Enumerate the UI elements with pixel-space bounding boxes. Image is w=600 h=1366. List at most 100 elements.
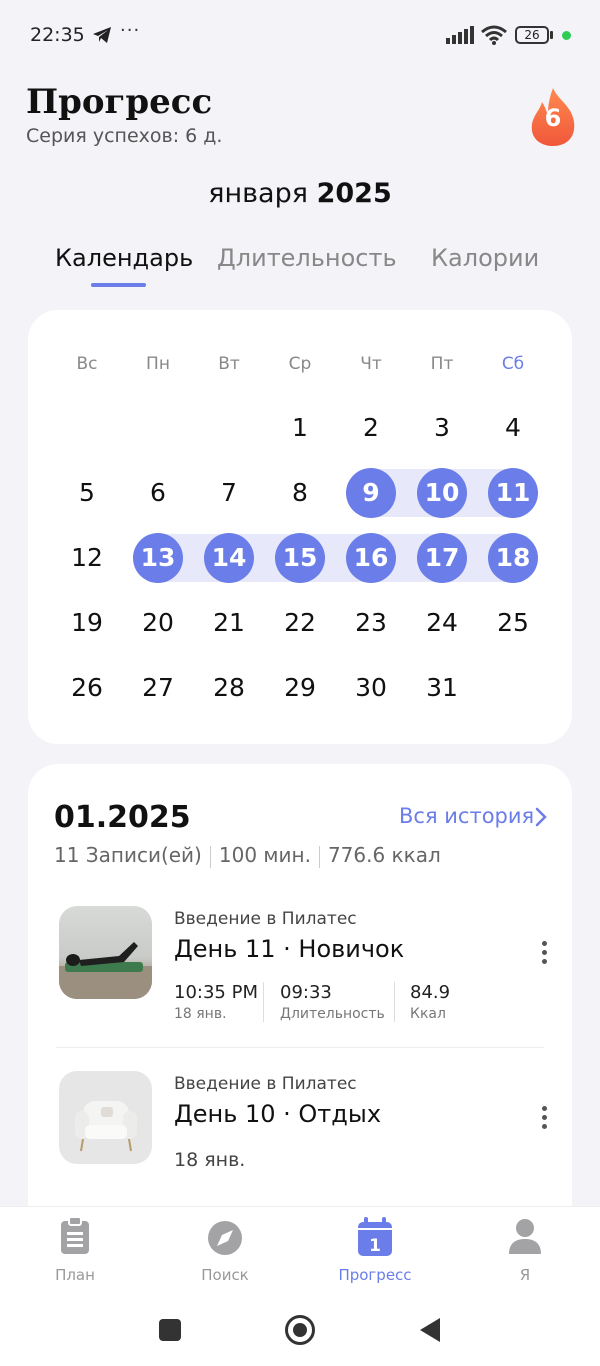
list-divider: [56, 1047, 544, 1048]
workout-date: 18 янв.: [174, 1149, 246, 1171]
person-icon: [509, 1219, 541, 1254]
more-notifications-icon: ···: [120, 20, 141, 41]
weekday-label: Пт: [430, 354, 454, 374]
calendar-day[interactable]: 1: [275, 403, 325, 453]
calendar-day-completed[interactable]: 11: [488, 468, 538, 518]
summary-minutes: 100 мин.: [218, 843, 311, 867]
workout-time: 10:35 PM: [174, 982, 258, 1003]
privacy-indicator: [562, 31, 571, 40]
nav-progress[interactable]: 1: [325, 1216, 425, 1262]
calendar-day-completed[interactable]: 15: [275, 533, 325, 583]
wifi-icon: [481, 25, 507, 45]
nav-plan[interactable]: [25, 1216, 125, 1260]
workout-title[interactable]: День 11 · Новичок: [174, 935, 404, 963]
calendar-day-completed[interactable]: 16: [346, 533, 396, 583]
calendar-day[interactable]: 20: [133, 598, 183, 648]
calendar-day[interactable]: 19: [62, 598, 112, 648]
tab-calories[interactable]: Калории: [431, 244, 539, 272]
armchair-image: [75, 1101, 137, 1152]
divider: [263, 982, 264, 1022]
weekday-label: Вт: [218, 354, 240, 374]
status-time: 22:35: [30, 24, 85, 46]
workout-kcal: 84.9: [410, 982, 451, 1003]
month-year: 2025: [316, 178, 392, 209]
compass-icon: [208, 1221, 242, 1255]
calendar-day-completed[interactable]: 17: [417, 533, 467, 583]
calendar-day[interactable]: 3: [417, 403, 467, 453]
workout-program: Введение в Пилатес: [174, 1074, 357, 1094]
chevron-right-icon[interactable]: [534, 806, 548, 828]
calendar-day-completed[interactable]: 14: [204, 533, 254, 583]
status-bar: 22:35 ··· 26: [0, 0, 600, 72]
calendar-day[interactable]: 8: [275, 468, 325, 518]
streak-text: Серия успехов: 6 д.: [26, 125, 223, 147]
calendar-badge: 1: [369, 1236, 381, 1256]
calendar-day[interactable]: 30: [346, 663, 396, 713]
tab-calendar[interactable]: Календарь: [55, 244, 193, 272]
system-navigation: [0, 1298, 600, 1366]
weekday-label: Вс: [76, 354, 98, 374]
nav-progress-label: Прогресс: [338, 1266, 412, 1284]
calendar-day[interactable]: 22: [275, 598, 325, 648]
rest-thumbnail[interactable]: [59, 1071, 152, 1164]
calendar-day-completed[interactable]: 10: [417, 468, 467, 518]
nav-profile[interactable]: [475, 1216, 575, 1260]
workout-thumbnail[interactable]: [59, 906, 152, 999]
signal-icon: [446, 26, 474, 44]
history-summary: 11 Записи(ей) 100 мин. 776.6 ккал: [54, 843, 441, 868]
calendar-day-completed[interactable]: 9: [346, 468, 396, 518]
calendar-day[interactable]: 4: [488, 403, 538, 453]
nav-search-label: Поиск: [201, 1266, 249, 1284]
calendar-day-completed[interactable]: 13: [133, 533, 183, 583]
tab-indicator: [91, 283, 146, 287]
summary-kcal: 776.6 ккал: [327, 843, 441, 867]
recents-button[interactable]: [159, 1319, 181, 1341]
calendar-day[interactable]: 27: [133, 663, 183, 713]
tab-bar: Календарь Длительность Калории: [0, 244, 600, 294]
calendar-day[interactable]: 2: [346, 403, 396, 453]
workout-program: Введение в Пилатес: [174, 909, 357, 929]
divider: [394, 982, 395, 1022]
calendar-day[interactable]: 25: [488, 598, 538, 648]
calendar-day[interactable]: 31: [417, 663, 467, 713]
summary-records: 11 Записи(ей): [54, 843, 202, 867]
back-button[interactable]: [418, 1317, 442, 1343]
pilates-image: [59, 942, 152, 999]
calendar-day[interactable]: 5: [62, 468, 112, 518]
battery-tip: [550, 31, 553, 39]
weekday-label: Чт: [360, 354, 382, 374]
home-button[interactable]: [285, 1315, 315, 1345]
calendar-day[interactable]: 6: [133, 468, 183, 518]
workout-title[interactable]: День 10 · Отдых: [174, 1100, 381, 1128]
calendar-day-completed[interactable]: 18: [488, 533, 538, 583]
calendar-day[interactable]: 24: [417, 598, 467, 648]
more-options-icon[interactable]: [534, 941, 554, 968]
month-name: января: [208, 178, 308, 209]
more-options-icon[interactable]: [534, 1106, 554, 1133]
nav-search[interactable]: [175, 1216, 275, 1260]
clipboard-icon: [61, 1216, 89, 1254]
tab-duration[interactable]: Длительность: [217, 244, 397, 272]
battery-icon: 26: [515, 26, 549, 44]
calendar-day[interactable]: 23: [346, 598, 396, 648]
weekday-label: Ср: [288, 354, 312, 374]
workout-kcal-label: Ккал: [410, 1006, 446, 1022]
calendar-day[interactable]: 21: [204, 598, 254, 648]
workout-duration-label: Длительность: [280, 1006, 385, 1022]
nav-profile-label: Я: [519, 1266, 531, 1284]
calendar-day[interactable]: 28: [204, 663, 254, 713]
streak-count: 6: [544, 104, 562, 132]
calendar-day[interactable]: 26: [62, 663, 112, 713]
calendar-day[interactable]: 12: [62, 533, 112, 583]
nav-plan-label: План: [55, 1266, 95, 1284]
calendar-day[interactable]: 29: [275, 663, 325, 713]
workout-duration: 09:33: [280, 982, 332, 1003]
workout-date: 18 янв.: [174, 1006, 227, 1022]
weekday-label: Сб: [501, 354, 525, 374]
telegram-icon: [93, 27, 111, 43]
calendar-icon: 1: [358, 1217, 392, 1256]
calendar-day[interactable]: 7: [204, 468, 254, 518]
month-title[interactable]: января 2025: [0, 178, 600, 209]
history-period: 01.2025: [54, 800, 191, 835]
all-history-link[interactable]: Вся история: [399, 804, 534, 828]
